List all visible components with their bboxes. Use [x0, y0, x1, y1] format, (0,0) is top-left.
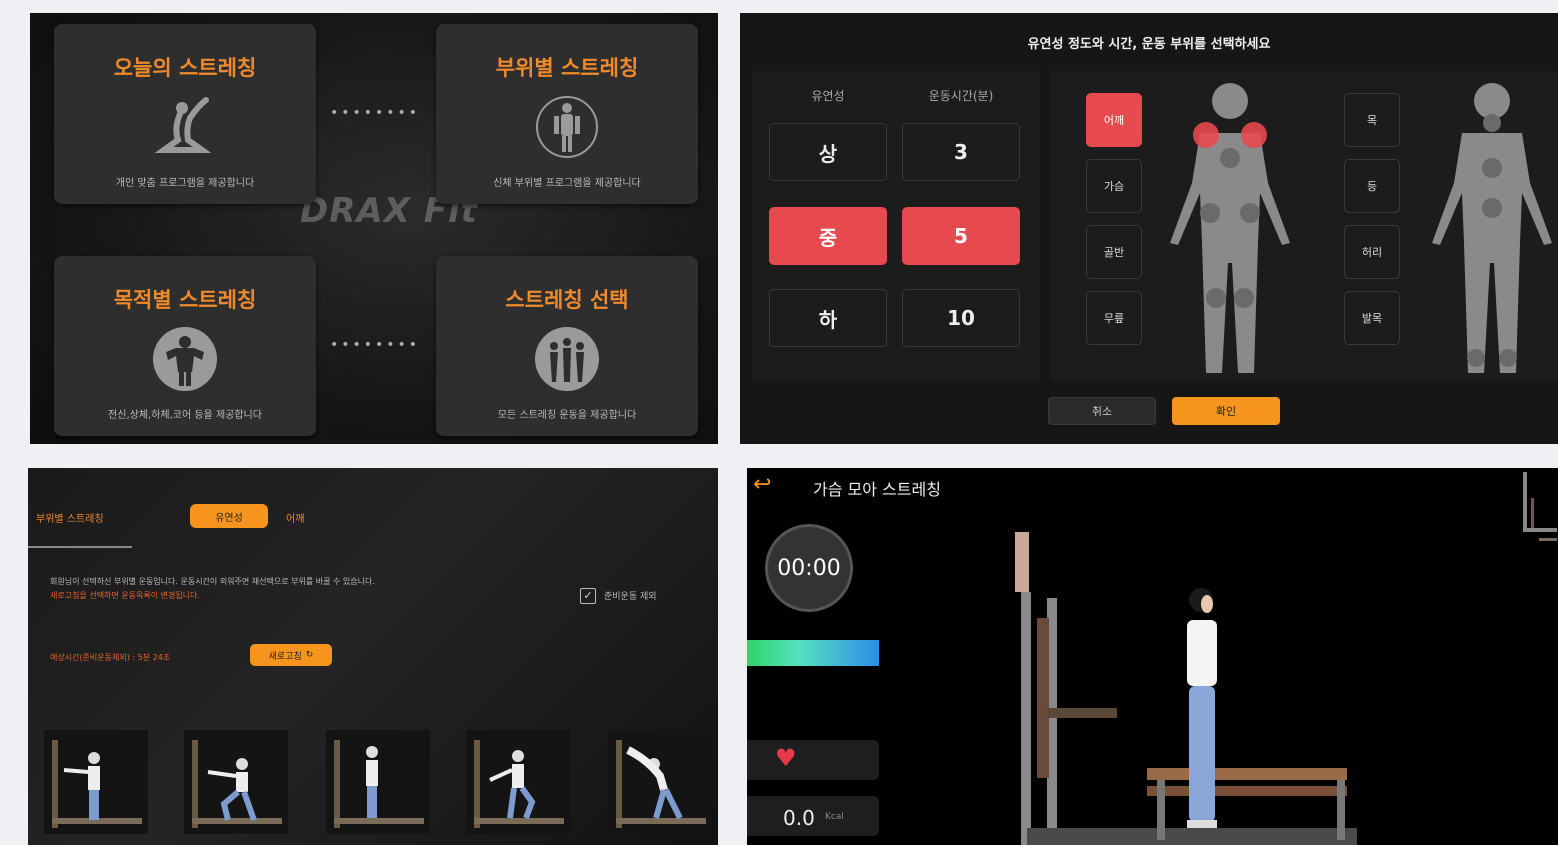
select-stretching-card[interactable]: 스트레칭 선택 모든 스트레칭 운동을 제공합니다 — [436, 256, 698, 436]
time-header: 운동시간(분) — [928, 89, 994, 103]
stretching-menu-panel: DRAX Fit 오늘의 스트레칭 개인 맞춤 프로그램을 제공합니다 부위별 … — [30, 13, 718, 444]
card-title: 부위별 스트레칭 — [495, 56, 639, 80]
people-group-icon — [535, 327, 599, 391]
exercise-thumbnail[interactable] — [44, 730, 148, 834]
card-desc: 전신,상체,하체,코어 등을 제공합니다 — [108, 410, 262, 421]
card-desc: 모든 스트레칭 운동을 제공합니다 — [497, 410, 637, 421]
body-part-stretching-card[interactable]: 부위별 스트레칭 신체 부위별 프로그램을 제공합니다 — [436, 24, 698, 204]
body-front-figure[interactable] — [1150, 73, 1310, 379]
exercise-thumbnail[interactable] — [466, 730, 570, 834]
page-header: 부위별 스트레칭 — [36, 514, 104, 525]
part-waist[interactable]: 허리 — [1344, 225, 1400, 279]
purpose-stretching-card[interactable]: 목적별 스트레칭 전신,상체,하체,코어 등을 제공합니다 — [54, 256, 316, 436]
info-text-refresh: 새로고침을 선택하면 운동목록이 변경됩니다. — [50, 591, 201, 600]
tab-shoulder[interactable]: 어깨 — [286, 510, 304, 525]
exclude-warmup-checkbox[interactable]: ✓ — [580, 588, 596, 604]
refresh-icon: ↻ — [305, 650, 314, 660]
flex-header: 유연성 — [811, 89, 845, 103]
selection-panel: 유연성 정도와 시간, 운동 부위를 선택하세요 유연성 운동시간(분) 상 중… — [740, 13, 1558, 444]
card-desc: 개인 맞춤 프로그램을 제공합니다 — [115, 178, 255, 189]
intensity-bar — [747, 640, 879, 666]
header-underline — [28, 546, 132, 548]
estimated-time: 예상시간(준비운동제외) : 5분 24초 — [50, 653, 171, 662]
mini-preview-icon — [1523, 472, 1557, 541]
part-pelvis[interactable]: 골반 — [1086, 225, 1142, 279]
flex-option-mid[interactable]: 중 — [769, 207, 887, 265]
flex-option-low[interactable]: 하 — [769, 289, 887, 347]
refresh-label: 새로고침 — [268, 651, 302, 662]
checkbox-label: 준비운동 제외 — [604, 592, 657, 602]
part-chest[interactable]: 가슴 — [1086, 159, 1142, 213]
workout-panel: ↩ 가슴 모아 스트레칭 00:00 ♥ 0.0 Kcal — [747, 468, 1558, 845]
card-title: 스트레칭 선택 — [505, 288, 629, 312]
confirm-button[interactable]: 확인 — [1172, 397, 1280, 425]
part-neck[interactable]: 목 — [1344, 93, 1400, 147]
calorie-box: 0.0 Kcal — [747, 796, 879, 836]
exercise-thumbnail[interactable] — [326, 730, 430, 834]
exercise-thumbnail[interactable] — [608, 730, 712, 834]
kcal-value: 0.0 — [783, 806, 815, 830]
heart-rate-box: ♥ — [747, 740, 879, 780]
info-text: 회원님이 선택하신 부위별 운동입니다. 운동시간이 외워주면 재선택으로 부위… — [50, 577, 375, 586]
card-title: 목적별 스트레칭 — [113, 288, 257, 312]
part-shoulder[interactable]: 어깨 — [1086, 93, 1142, 147]
muscle-icon — [153, 327, 217, 391]
body-back-figure[interactable] — [1412, 73, 1558, 379]
today-stretching-card[interactable]: 오늘의 스트레칭 개인 맞춤 프로그램을 제공합니다 — [54, 24, 316, 204]
exercise-title: 가슴 모아 스트레칭 — [813, 480, 941, 499]
cancel-button[interactable]: 취소 — [1048, 397, 1156, 425]
connector-dots: •••••••• — [330, 105, 421, 121]
heart-icon: ♥ — [775, 744, 797, 772]
time-option-10[interactable]: 10 — [902, 289, 1020, 347]
back-icon[interactable]: ↩ — [753, 472, 771, 497]
body-part-selector: 어깨 가슴 골반 무릎 목 등 허리 발목 — [1050, 71, 1558, 381]
part-back[interactable]: 등 — [1344, 159, 1400, 213]
flex-time-selector: 유연성 운동시간(분) 상 중 하 3 5 10 — [752, 71, 1040, 381]
part-knee[interactable]: 무릎 — [1086, 291, 1142, 345]
kcal-unit: Kcal — [825, 812, 844, 822]
time-option-3[interactable]: 3 — [902, 123, 1020, 181]
card-desc: 신체 부위별 프로그램을 제공합니다 — [493, 178, 641, 189]
flex-option-high[interactable]: 상 — [769, 123, 887, 181]
selection-title: 유연성 정도와 시간, 운동 부위를 선택하세요 — [1027, 37, 1271, 52]
timer-display: 00:00 — [765, 524, 853, 612]
yoga-pose-icon — [154, 97, 212, 153]
connector-dots: •••••••• — [330, 337, 421, 353]
time-option-5[interactable]: 5 — [902, 207, 1020, 265]
exercise-video[interactable] — [1007, 528, 1367, 845]
refresh-button[interactable]: 새로고침 ↻ — [250, 644, 332, 666]
shoulder-highlight — [1241, 122, 1267, 148]
part-ankle[interactable]: 발목 — [1344, 291, 1400, 345]
exercise-thumbnail[interactable] — [184, 730, 288, 834]
program-list-panel: 부위별 스트레칭 유연성 어깨 회원님이 선택하신 부위별 운동입니다. 운동시… — [28, 468, 718, 845]
body-parts-icon — [536, 96, 598, 158]
card-title: 오늘의 스트레칭 — [113, 56, 257, 80]
shoulder-highlight — [1193, 122, 1219, 148]
tab-flexibility[interactable]: 유연성 — [190, 504, 268, 528]
